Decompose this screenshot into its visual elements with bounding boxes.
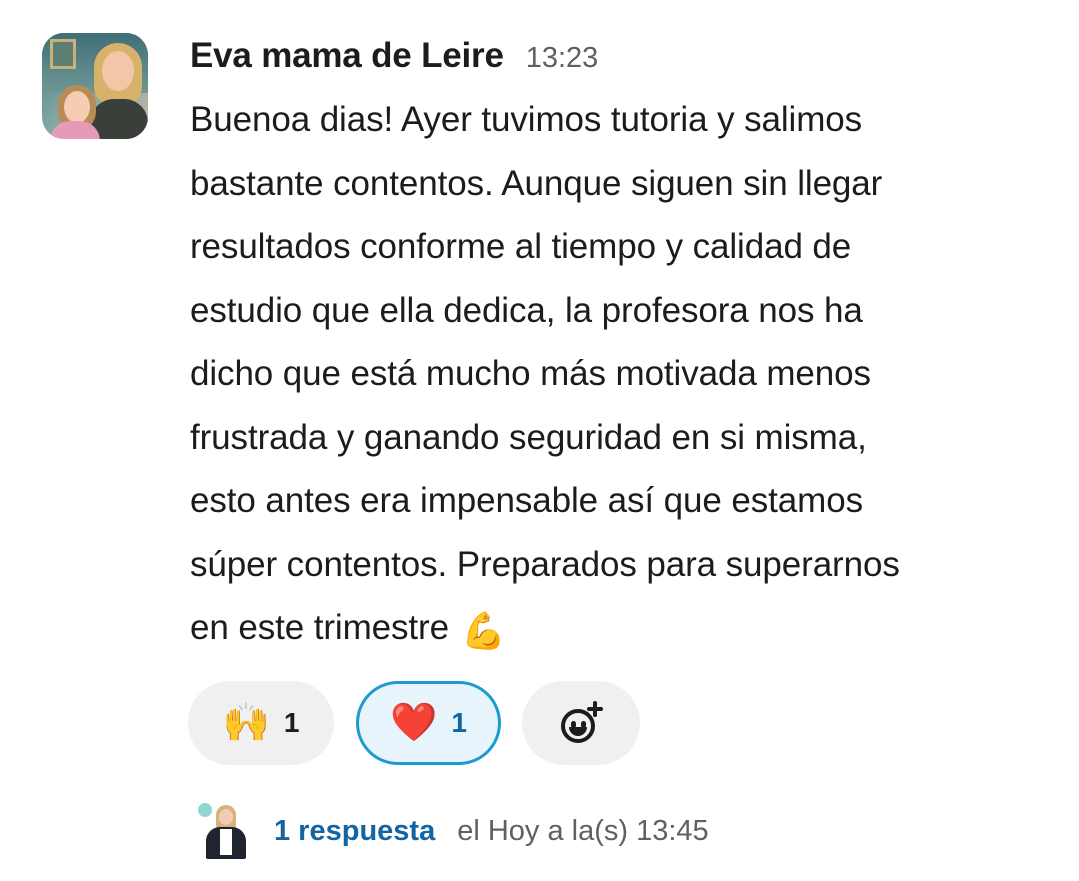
add-reaction-button[interactable] [522, 681, 640, 765]
message-body: Buenoa dias! Ayer tuvimos tutoria y sali… [190, 88, 1070, 660]
reaction-red-heart[interactable]: ❤️ 1 [356, 681, 501, 765]
message-line: estudio que ella dedica, la profesora no… [190, 290, 863, 330]
message-line: esto antes era impensable así que estamo… [190, 481, 863, 520]
message-timestamp[interactable]: 13:23 [526, 42, 599, 75]
replier-shirt [220, 829, 232, 855]
red-heart-emoji-icon: ❤️ [390, 702, 438, 744]
add-emoji-plus-horizontal [587, 707, 603, 711]
add-emoji-icon [559, 701, 603, 745]
thread-replier-avatar [198, 803, 250, 859]
flexed-biceps-emoji-icon: 💪 [460, 610, 506, 651]
message-line: Buenoa dias! Ayer tuvimos tutoria y sali… [190, 100, 863, 139]
message-line-last: en este trimestre 💪 [190, 596, 1070, 660]
message-header: Eva mama de Leire 13:23 [190, 36, 598, 76]
message-line: dicho que está mucho más motivada menos [190, 354, 871, 393]
replier-face [219, 809, 233, 825]
message-line: bastante contentos. Aunque siguen sin ll… [190, 163, 883, 203]
author-name[interactable]: Eva mama de Leire [190, 36, 504, 76]
author-avatar[interactable] [42, 33, 148, 139]
thread-summary[interactable]: 1 respuesta el Hoy a la(s) 13:45 [198, 803, 709, 859]
reaction-raising-hands[interactable]: 🙌 1 [188, 681, 334, 765]
reaction-count: 1 [451, 707, 467, 738]
message-line: súper contentos. Preparados para superar… [190, 544, 900, 584]
thread-replies-link[interactable]: 1 respuesta [274, 815, 435, 848]
avatar-badge [198, 803, 212, 817]
avatar-picture-frame [50, 39, 76, 69]
message-line: frustrada y ganando seguridad en si mism… [190, 417, 867, 457]
avatar-woman-face [102, 51, 134, 91]
message-line: resultados conforme al tiempo y calidad … [190, 227, 852, 266]
thread-last-reply-time: el Hoy a la(s) 13:45 [457, 814, 709, 847]
raising-hands-emoji-icon: 🙌 [222, 702, 270, 744]
message-line-text: en este trimestre [190, 608, 449, 647]
avatar-girl-face [64, 91, 90, 123]
reaction-count: 1 [283, 707, 300, 738]
add-emoji-face [561, 709, 595, 743]
